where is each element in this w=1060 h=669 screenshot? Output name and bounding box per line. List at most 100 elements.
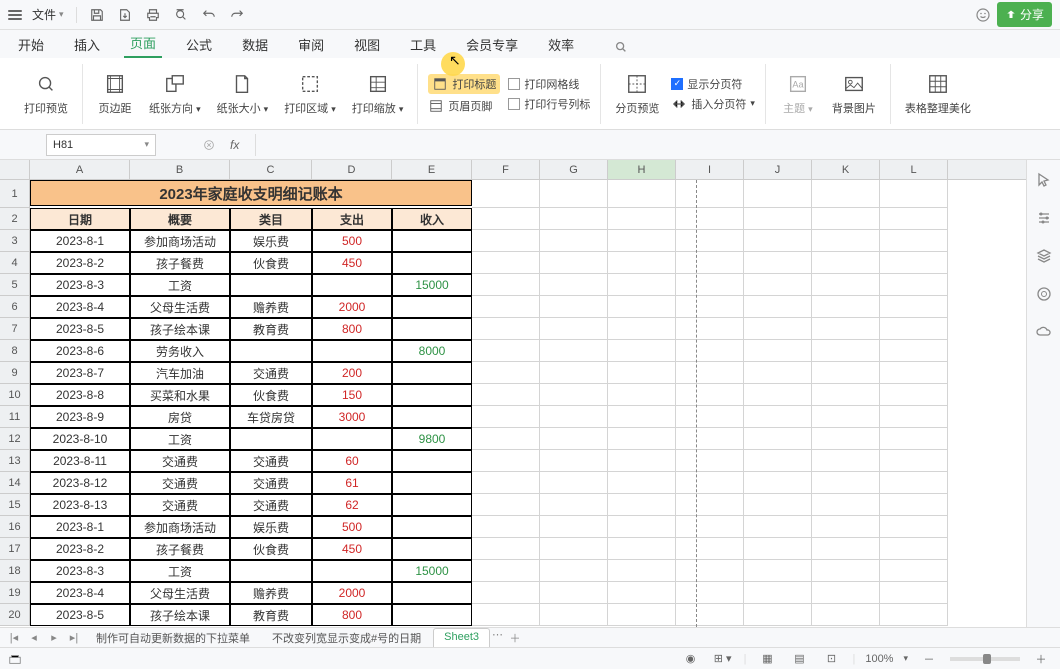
cell-category[interactable]: 交通费 (230, 450, 312, 472)
cell[interactable] (812, 208, 880, 230)
cell-summary[interactable]: 汽车加油 (130, 362, 230, 384)
row-header[interactable]: 12 (0, 428, 30, 450)
cancel-formula-icon[interactable] (202, 138, 216, 152)
cell[interactable] (744, 296, 812, 318)
cell[interactable] (676, 560, 744, 582)
cell[interactable] (812, 296, 880, 318)
insert-pagebreak-button[interactable]: 插入分页符 ▾ (671, 96, 755, 112)
search-icon[interactable] (608, 36, 634, 58)
share-button[interactable]: 分享 (997, 2, 1052, 27)
cell-out[interactable]: 800 (312, 604, 392, 626)
export-icon[interactable] (111, 3, 139, 27)
cell[interactable] (608, 362, 676, 384)
cell-out[interactable]: 450 (312, 538, 392, 560)
cell[interactable] (676, 362, 744, 384)
undo-icon[interactable] (195, 3, 223, 27)
cell-out[interactable] (312, 274, 392, 296)
cell[interactable] (676, 274, 744, 296)
tab-效率[interactable]: 效率 (542, 31, 580, 58)
cell[interactable] (880, 230, 948, 252)
cell-summary[interactable]: 孩子餐费 (130, 252, 230, 274)
cell[interactable] (540, 450, 608, 472)
sheet-nav-first[interactable]: |◂ (6, 631, 22, 644)
cell[interactable] (880, 340, 948, 362)
cell[interactable] (812, 450, 880, 472)
cell[interactable] (880, 252, 948, 274)
cell-date[interactable]: 2023-8-10 (30, 428, 130, 450)
cell[interactable] (812, 362, 880, 384)
cell[interactable] (540, 384, 608, 406)
print-scale-button[interactable]: 打印缩放 ▾ (348, 70, 408, 118)
row-header[interactable]: 19 (0, 582, 30, 604)
zoom-out-button[interactable]: － (918, 651, 940, 667)
cell-category[interactable] (230, 560, 312, 582)
smiley-icon[interactable] (969, 3, 997, 27)
cell-date[interactable]: 2023-8-1 (30, 516, 130, 538)
row-header[interactable]: 15 (0, 494, 30, 516)
cell-date[interactable]: 2023-8-8 (30, 384, 130, 406)
sheet-tab[interactable]: Sheet3 (433, 628, 490, 648)
cell[interactable] (676, 538, 744, 560)
cell[interactable] (744, 472, 812, 494)
cell-category[interactable]: 伙食费 (230, 538, 312, 560)
cell[interactable] (880, 516, 948, 538)
cell-date[interactable]: 2023-8-13 (30, 494, 130, 516)
cell-out[interactable]: 800 (312, 318, 392, 340)
view-page-icon[interactable]: ▤ (788, 652, 810, 665)
cell-summary[interactable]: 参加商场活动 (130, 516, 230, 538)
cell-date[interactable]: 2023-8-7 (30, 362, 130, 384)
row-header[interactable]: 17 (0, 538, 30, 560)
arrange-button[interactable]: 表格整理美化 (901, 70, 975, 118)
col-header-D[interactable]: D (312, 160, 392, 179)
cell[interactable] (608, 494, 676, 516)
col-header-I[interactable]: I (676, 160, 744, 179)
row-header[interactable]: 18 (0, 560, 30, 582)
cell[interactable] (744, 208, 812, 230)
view-grid-icon[interactable]: ⊞ ▾ (712, 652, 734, 665)
cell[interactable] (812, 582, 880, 604)
cell[interactable] (540, 274, 608, 296)
cell[interactable] (744, 274, 812, 296)
zoom-in-button[interactable]: ＋ (1030, 651, 1052, 667)
tab-插入[interactable]: 插入 (68, 31, 106, 58)
cell-category[interactable]: 娱乐费 (230, 230, 312, 252)
cell[interactable] (676, 516, 744, 538)
cell[interactable] (608, 582, 676, 604)
cell[interactable] (812, 472, 880, 494)
bg-image-button[interactable]: 背景图片 (828, 70, 880, 118)
cell-date[interactable]: 2023-8-2 (30, 538, 130, 560)
cell[interactable] (472, 406, 540, 428)
cell[interactable] (812, 560, 880, 582)
cell-date[interactable]: 2023-8-9 (30, 406, 130, 428)
cell-summary[interactable]: 工资 (130, 560, 230, 582)
cell-summary[interactable]: 父母生活费 (130, 582, 230, 604)
cell-out[interactable] (312, 340, 392, 362)
cell-in[interactable] (392, 472, 472, 494)
cell[interactable] (472, 450, 540, 472)
cell[interactable] (744, 406, 812, 428)
cell[interactable] (540, 318, 608, 340)
cell-date[interactable]: 2023-8-2 (30, 252, 130, 274)
cell[interactable] (676, 208, 744, 230)
zoom-level[interactable]: 100% (865, 653, 893, 665)
cell[interactable] (540, 180, 608, 208)
cell-date[interactable]: 2023-8-5 (30, 318, 130, 340)
show-break-checkbox[interactable]: ✓显示分页符 (671, 76, 755, 92)
col-header-K[interactable]: K (812, 160, 880, 179)
cell[interactable] (540, 362, 608, 384)
cell[interactable] (676, 180, 744, 208)
cell-date[interactable]: 2023-8-11 (30, 450, 130, 472)
cell-category[interactable]: 教育费 (230, 318, 312, 340)
cell-date[interactable]: 2023-8-6 (30, 340, 130, 362)
row-header[interactable]: 13 (0, 450, 30, 472)
cell[interactable] (676, 582, 744, 604)
cell-category[interactable]: 车贷房贷 (230, 406, 312, 428)
cell-out[interactable] (312, 428, 392, 450)
cell[interactable] (880, 318, 948, 340)
cell[interactable] (472, 362, 540, 384)
cell[interactable] (676, 428, 744, 450)
cell[interactable] (608, 384, 676, 406)
cell-in[interactable]: 15000 (392, 560, 472, 582)
rowcol-checkbox[interactable]: 打印行号列标 (508, 96, 590, 112)
cell-date[interactable]: 2023-8-4 (30, 582, 130, 604)
